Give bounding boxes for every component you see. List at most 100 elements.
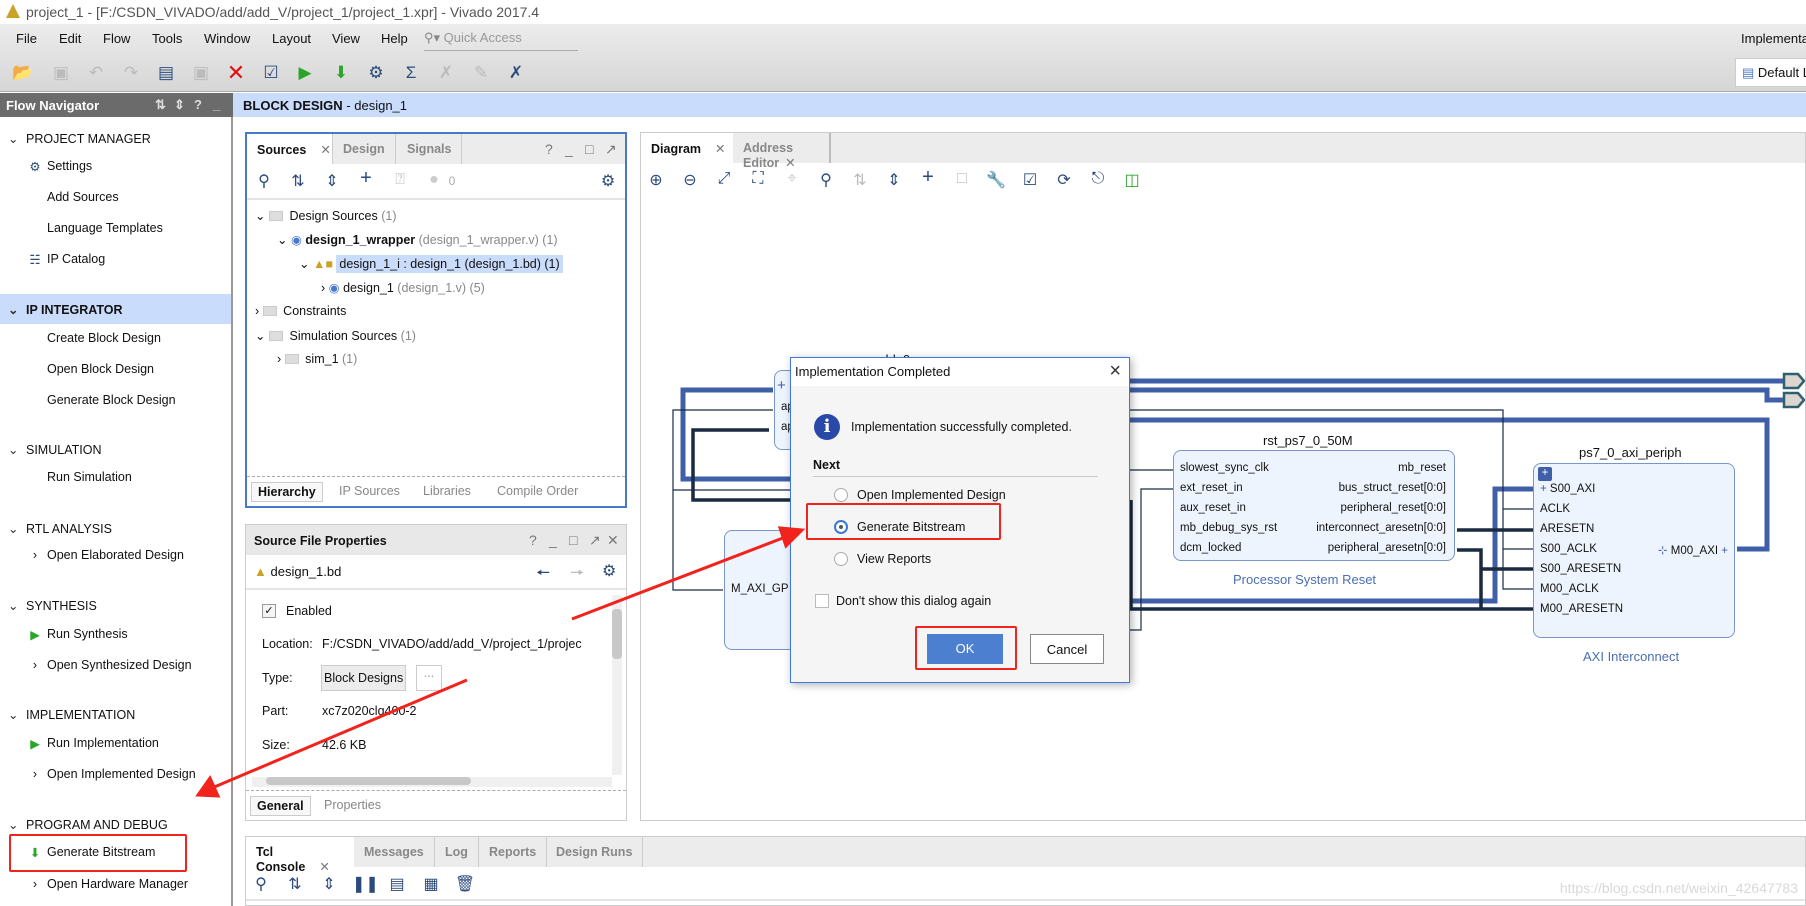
layout-selector[interactable]: ▤ Default Layout (1735, 58, 1806, 87)
expand-all-icon[interactable]: ⇕ (321, 171, 343, 191)
block-axi-interconnect[interactable]: + + S00_AXI ACLK ARESETN S00_ACLK S00_AR… (1533, 463, 1735, 638)
tree-item-constraints[interactable]: › Constraints (255, 304, 346, 318)
make-external-icon[interactable]: □ (951, 170, 973, 188)
tab-messages[interactable]: Messages (354, 837, 435, 867)
maximize-icon[interactable]: □ (585, 141, 593, 157)
wrench-icon[interactable]: 🔧 (985, 170, 1007, 190)
gear-icon[interactable]: ⚙ (602, 561, 616, 581)
tab-diagram[interactable]: Diagram ✕ (641, 133, 733, 163)
disabled-tool-icon[interactable]: ✗ (435, 62, 457, 84)
dont-show-label[interactable]: Don't show this dialog again (836, 594, 991, 608)
search-icon[interactable]: ⚲ (815, 170, 837, 190)
tree-item-design-1[interactable]: › ◉ design_1 (design_1.v) (5) (321, 280, 485, 295)
tab-reports[interactable]: Reports (479, 837, 548, 867)
tab-general[interactable]: General (250, 796, 311, 816)
block-rst-ps7[interactable]: slowest_sync_clk ext_reset_in aux_reset_… (1173, 450, 1455, 561)
nav-run-implementation[interactable]: ▶ Run Implementation (30, 736, 159, 751)
pause-icon[interactable]: ❚❚ (352, 874, 379, 894)
nav-ip-catalog[interactable]: ☵ IP Catalog (29, 252, 105, 267)
zoom-area-icon[interactable]: ⛶ (747, 170, 769, 188)
add-icon[interactable]: + (355, 167, 377, 190)
expand-block-icon[interactable]: + (1538, 467, 1552, 481)
section-project-manager[interactable]: ⌄ PROJECT MANAGER (8, 131, 151, 146)
minimize-icon[interactable]: _ (549, 532, 557, 548)
nav-open-hardware-manager[interactable]: › Open Hardware Manager (33, 877, 188, 891)
nav-open-synthesized-design[interactable]: › Open Synthesized Design (33, 658, 192, 672)
collapse-all-icon[interactable]: ⇅ (287, 171, 309, 191)
vertical-scrollbar[interactable] (612, 595, 622, 775)
option-open-implemented-design[interactable]: Open Implemented Design (857, 488, 1006, 502)
nav-open-elaborated-design[interactable]: › Open Elaborated Design (33, 548, 184, 562)
run-icon[interactable]: ▶ (294, 62, 316, 84)
expand-interface-icon[interactable]: + (1718, 545, 1728, 557)
tree-item-simulation-sources[interactable]: ⌄ Simulation Sources (1) (255, 328, 416, 343)
cancel-button[interactable]: Cancel (1030, 634, 1104, 664)
disabled-tool-icon[interactable]: ✎ (470, 62, 492, 84)
tab-address-editor[interactable]: Address Editor ✕ (733, 133, 831, 170)
menu-tools[interactable]: Tools (152, 31, 182, 46)
settings-icon[interactable]: ⚙ (365, 62, 387, 84)
browse-type-button[interactable]: ... (416, 665, 442, 691)
expand-interface-icon[interactable]: + (777, 377, 786, 394)
bitstream-icon[interactable]: ⬇ (330, 62, 352, 84)
section-synthesis[interactable]: ⌄ SYNTHESIS (8, 598, 97, 613)
close-icon[interactable]: × (1109, 360, 1121, 383)
menu-edit[interactable]: Edit (59, 31, 81, 46)
nav-create-block-design[interactable]: Create Block Design (47, 331, 161, 345)
dont-show-checkbox[interactable] (815, 594, 829, 608)
menu-layout[interactable]: Layout (272, 31, 311, 46)
forward-arrow-icon[interactable]: 🠖 (570, 562, 584, 589)
zoom-in-icon[interactable]: ⊕ (645, 170, 667, 190)
minimize-icon[interactable]: _ (565, 141, 573, 157)
maximize-icon[interactable]: □ (569, 532, 577, 548)
tree-item-design-1-i[interactable]: ⌄ ▲■ design_1_i : design_1 (design_1.bd)… (299, 255, 563, 273)
tab-signals[interactable]: Signals (397, 134, 463, 164)
zoom-out-icon[interactable]: ⊖ (679, 170, 701, 190)
delete-icon[interactable]: ✕ (225, 62, 247, 84)
search-icon[interactable]: ⚲ (253, 171, 275, 191)
section-rtl-analysis[interactable]: ⌄ RTL ANALYSIS (8, 521, 112, 536)
option-view-reports[interactable]: View Reports (857, 552, 931, 566)
tree-item-sim-1[interactable]: › sim_1 (1) (277, 352, 357, 366)
menu-view[interactable]: View (332, 31, 360, 46)
close-icon[interactable]: ✕ (715, 142, 725, 156)
nav-language-templates[interactable]: Language Templates (47, 221, 163, 235)
open-project-icon[interactable]: 📂 (12, 62, 34, 84)
tab-log[interactable]: Log (435, 837, 479, 867)
enabled-checkbox[interactable]: ✓ (262, 604, 276, 618)
close-icon[interactable]: ✕ (607, 532, 619, 549)
gear-icon[interactable]: ⚙ (597, 171, 619, 191)
crosshair-icon[interactable]: ⌖ (781, 170, 803, 188)
tab-tcl-console[interactable]: Tcl Console ✕ (246, 837, 354, 874)
float-icon[interactable]: ↗ (589, 532, 601, 549)
tab-sources[interactable]: Sources ✕ (247, 134, 333, 164)
nav-generate-block-design[interactable]: Generate Block Design (47, 393, 176, 407)
auto-connect-icon[interactable]: ✗ (505, 62, 527, 84)
nav-settings[interactable]: ⚙ Settings (29, 159, 92, 174)
help-icon[interactable]: ? (194, 97, 202, 112)
section-simulation[interactable]: ⌄ SIMULATION (8, 442, 101, 457)
help-icon[interactable]: ? (545, 141, 553, 157)
save-icon[interactable]: ▣ (50, 62, 72, 84)
horizontal-scrollbar[interactable] (252, 777, 612, 787)
collapse-all-icon[interactable]: ⇅ (849, 170, 871, 190)
quick-access-input[interactable]: ⚲▾ Quick Access (424, 27, 578, 51)
expand-all-icon[interactable]: ⇕ (883, 170, 905, 190)
zoom-fit-icon[interactable]: ⤢ (713, 170, 735, 188)
nav-open-implemented-design[interactable]: › Open Implemented Design (33, 767, 196, 781)
help-icon[interactable]: ? (529, 532, 537, 548)
copy-icon[interactable]: ▤ (386, 874, 408, 894)
close-icon[interactable]: ✕ (320, 143, 330, 157)
nav-open-block-design[interactable]: Open Block Design (47, 362, 154, 376)
tree-item-wrapper[interactable]: ⌄ ◉ design_1_wrapper (design_1_wrapper.v… (277, 232, 558, 247)
validate-icon[interactable]: ☑ (1019, 170, 1041, 190)
tree-item-design-sources[interactable]: ⌄ Design Sources (1) (255, 208, 397, 223)
tab-compile-order[interactable]: Compile Order (491, 482, 584, 500)
trash-icon[interactable]: 🗑 (454, 874, 476, 894)
menu-help[interactable]: Help (381, 31, 408, 46)
tab-libraries[interactable]: Libraries (417, 482, 477, 500)
menu-file[interactable]: File (16, 31, 37, 46)
expand-interface-icon[interactable]: + (1540, 483, 1550, 495)
expand-all-icon[interactable]: ⇕ (174, 97, 185, 113)
validate-icon[interactable]: ☑ (260, 62, 282, 84)
